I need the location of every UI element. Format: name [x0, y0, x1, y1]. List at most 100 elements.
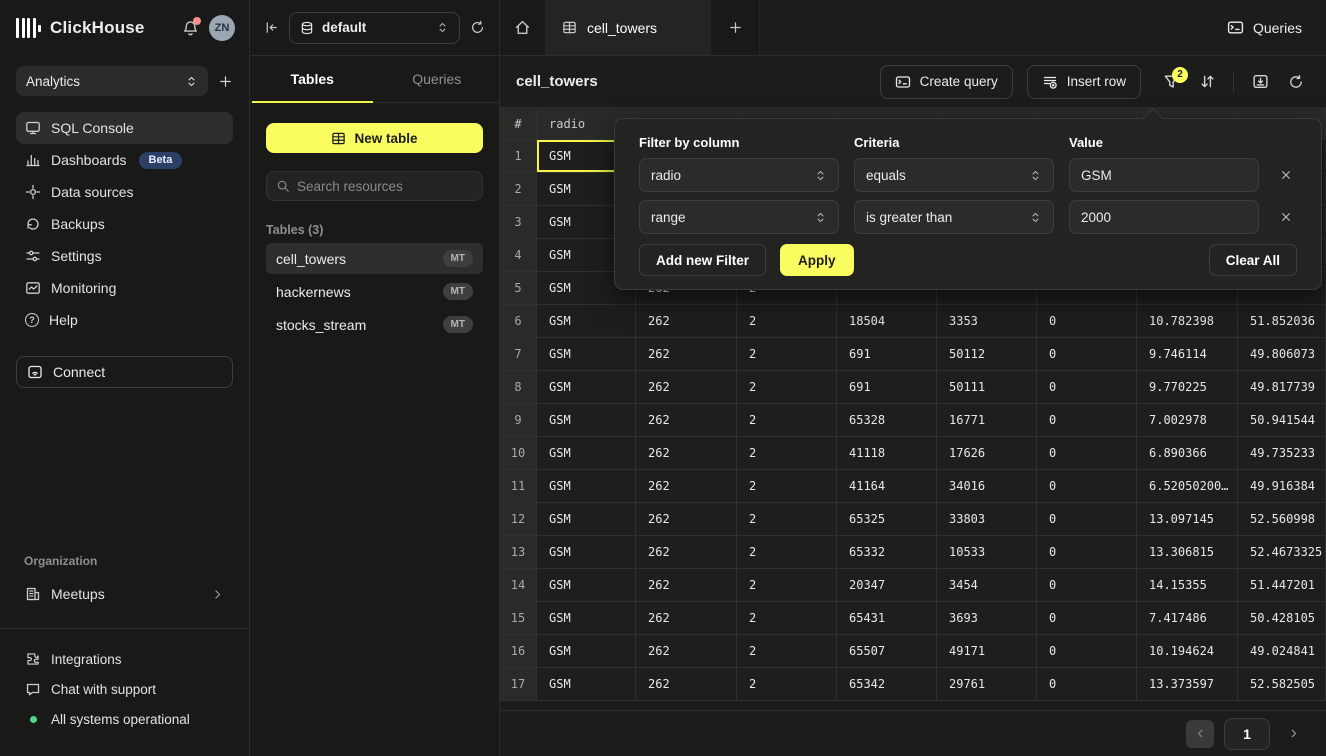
- remove-filter-button[interactable]: [1275, 164, 1297, 186]
- filter-value-input[interactable]: [1069, 200, 1259, 234]
- create-query-button[interactable]: Create query: [880, 65, 1013, 99]
- table-cell[interactable]: GSM: [537, 503, 636, 536]
- table-cell[interactable]: 0: [1037, 668, 1137, 701]
- table-cell[interactable]: 3353: [937, 305, 1037, 338]
- filter-column-select[interactable]: radio: [639, 158, 839, 192]
- table-cell[interactable]: 0: [1037, 602, 1137, 635]
- footer-item-integrations[interactable]: Integrations: [16, 644, 233, 674]
- footer-item-chat-with-support[interactable]: Chat with support: [16, 674, 233, 704]
- table-cell[interactable]: 0: [1037, 503, 1137, 536]
- table-cell[interactable]: GSM: [537, 437, 636, 470]
- table-cell[interactable]: 262: [636, 503, 737, 536]
- table-cell[interactable]: 262: [636, 338, 737, 371]
- table-cell[interactable]: 65332: [837, 536, 937, 569]
- table-cell[interactable]: 691: [837, 338, 937, 371]
- table-cell[interactable]: 0: [1037, 371, 1137, 404]
- table-cell[interactable]: 49.817739: [1238, 371, 1326, 404]
- table-cell[interactable]: 262: [636, 371, 737, 404]
- table-cell[interactable]: 7.417486: [1137, 602, 1238, 635]
- table-cell[interactable]: 0: [1037, 635, 1137, 668]
- table-cell[interactable]: 10533: [937, 536, 1037, 569]
- table-cell[interactable]: 49.024841: [1238, 635, 1326, 668]
- table-cell[interactable]: 50111: [937, 371, 1037, 404]
- table-cell[interactable]: 49.735233: [1238, 437, 1326, 470]
- table-cell[interactable]: 13.373597: [1137, 668, 1238, 701]
- table-cell[interactable]: 49171: [937, 635, 1037, 668]
- apply-button[interactable]: Apply: [780, 244, 854, 276]
- table-cell[interactable]: 18504: [837, 305, 937, 338]
- refresh-icon[interactable]: [470, 20, 485, 35]
- refresh-table-button[interactable]: [1278, 65, 1314, 99]
- table-cell[interactable]: 3693: [937, 602, 1037, 635]
- table-cell[interactable]: 2: [737, 305, 837, 338]
- sidebar-item-meetups[interactable]: Meetups: [16, 578, 233, 610]
- notifications-bell-icon[interactable]: [182, 20, 199, 37]
- table-cell[interactable]: GSM: [537, 404, 636, 437]
- tab-tables[interactable]: Tables: [250, 56, 375, 102]
- download-button[interactable]: [1242, 65, 1278, 99]
- table-cell[interactable]: 10.194624: [1137, 635, 1238, 668]
- filter-column-select[interactable]: range: [639, 200, 839, 234]
- table-cell[interactable]: 51.447201: [1238, 569, 1326, 602]
- table-cell[interactable]: GSM: [537, 569, 636, 602]
- table-cell[interactable]: 691: [837, 371, 937, 404]
- sidebar-item-settings[interactable]: Settings: [16, 240, 233, 272]
- prev-page-button[interactable]: [1186, 720, 1214, 748]
- table-cell[interactable]: 17626: [937, 437, 1037, 470]
- table-list-item-hackernews[interactable]: hackernewsMT: [266, 276, 483, 307]
- add-workspace-button[interactable]: [218, 74, 233, 89]
- add-new-filter-button[interactable]: Add new Filter: [639, 244, 766, 276]
- avatar[interactable]: ZN: [209, 15, 235, 41]
- table-cell[interactable]: 2: [737, 569, 837, 602]
- table-cell[interactable]: 0: [1037, 338, 1137, 371]
- new-table-button[interactable]: New table: [266, 123, 483, 153]
- sidebar-item-backups[interactable]: Backups: [16, 208, 233, 240]
- table-cell[interactable]: 52.582505: [1238, 668, 1326, 701]
- table-cell[interactable]: 9.746114: [1137, 338, 1238, 371]
- table-cell[interactable]: GSM: [537, 371, 636, 404]
- table-cell[interactable]: 262: [636, 569, 737, 602]
- main-tab-cell-towers[interactable]: cell_towers: [546, 0, 712, 55]
- table-cell[interactable]: 52.4673325: [1238, 536, 1326, 569]
- table-cell[interactable]: 7.002978: [1137, 404, 1238, 437]
- workspace-select[interactable]: Analytics: [16, 66, 208, 96]
- table-cell[interactable]: 14.15355: [1137, 569, 1238, 602]
- table-cell[interactable]: 50112: [937, 338, 1037, 371]
- table-cell[interactable]: 2: [737, 470, 837, 503]
- table-cell[interactable]: 34016: [937, 470, 1037, 503]
- table-cell[interactable]: 65328: [837, 404, 937, 437]
- table-cell[interactable]: 2: [737, 635, 837, 668]
- page-number-input[interactable]: [1224, 718, 1270, 750]
- table-cell[interactable]: 2: [737, 536, 837, 569]
- table-cell[interactable]: 2: [737, 404, 837, 437]
- table-cell[interactable]: 33803: [937, 503, 1037, 536]
- table-cell[interactable]: GSM: [537, 338, 636, 371]
- table-cell[interactable]: 2: [737, 503, 837, 536]
- table-cell[interactable]: 262: [636, 404, 737, 437]
- table-cell[interactable]: 6.52050200…: [1137, 470, 1238, 503]
- insert-row-button[interactable]: Insert row: [1027, 65, 1141, 99]
- table-cell[interactable]: GSM: [537, 635, 636, 668]
- table-cell[interactable]: 20347: [837, 569, 937, 602]
- collapse-panel-icon[interactable]: [264, 20, 279, 35]
- sort-button[interactable]: [1189, 65, 1225, 99]
- table-cell[interactable]: 52.560998: [1238, 503, 1326, 536]
- table-cell[interactable]: 262: [636, 536, 737, 569]
- table-cell[interactable]: 50.941544: [1238, 404, 1326, 437]
- sidebar-item-monitoring[interactable]: Monitoring: [16, 272, 233, 304]
- table-list-item-stocks_stream[interactable]: stocks_streamMT: [266, 309, 483, 340]
- connect-button[interactable]: Connect: [16, 356, 233, 388]
- table-cell[interactable]: 65507: [837, 635, 937, 668]
- table-cell[interactable]: GSM: [537, 602, 636, 635]
- next-page-button[interactable]: [1280, 720, 1306, 748]
- table-cell[interactable]: 41164: [837, 470, 937, 503]
- new-tab-button[interactable]: [712, 0, 760, 55]
- table-cell[interactable]: 0: [1037, 404, 1137, 437]
- table-cell[interactable]: 3454: [937, 569, 1037, 602]
- sidebar-item-help[interactable]: ?Help: [16, 304, 233, 336]
- table-cell[interactable]: 2: [737, 602, 837, 635]
- table-cell[interactable]: 51.852036: [1238, 305, 1326, 338]
- database-select[interactable]: default: [289, 12, 460, 44]
- tab-queries[interactable]: Queries: [375, 56, 500, 102]
- queries-button[interactable]: Queries: [1227, 19, 1302, 36]
